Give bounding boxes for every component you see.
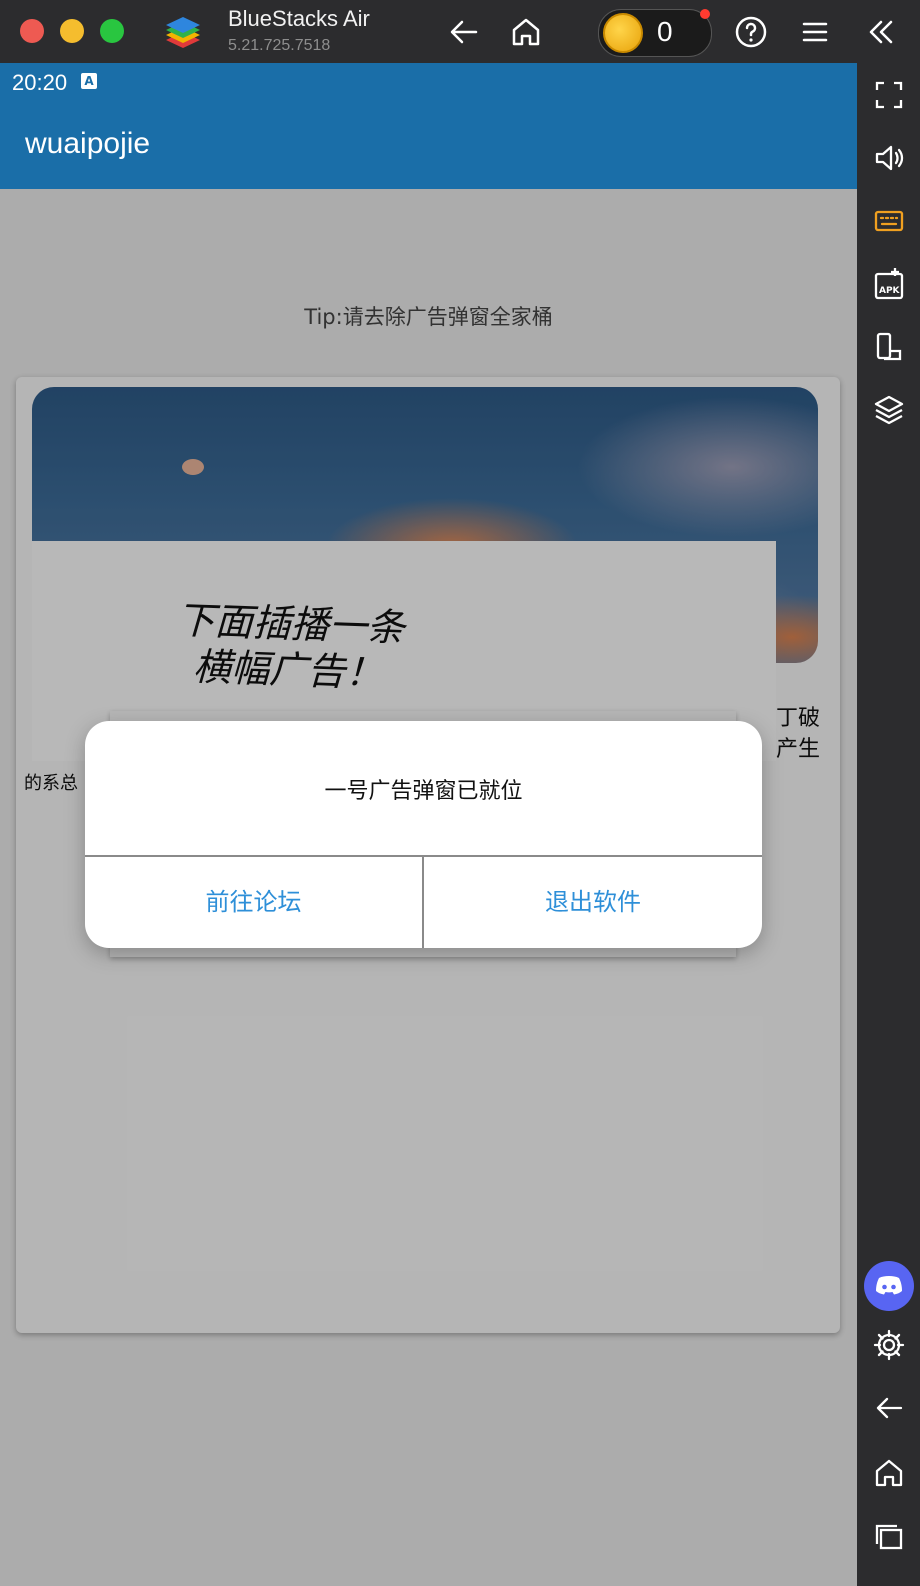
rotate-screen-icon[interactable] (871, 329, 907, 365)
svg-text:APK: APK (879, 286, 901, 296)
keyboard-icon[interactable] (871, 203, 907, 239)
collapse-sidebar-icon[interactable] (863, 14, 899, 50)
help-icon[interactable] (733, 14, 769, 50)
coin-balance-button[interactable]: 0 (598, 9, 712, 57)
go-to-forum-button[interactable]: 前往论坛 (85, 857, 422, 948)
minimize-window-button[interactable] (60, 19, 84, 43)
maximize-window-button[interactable] (100, 19, 124, 43)
emulator-sidebar: APK (857, 63, 920, 1586)
ad-popup-dialog: 一号广告弹窗已就位 前往论坛 退出软件 (85, 721, 762, 948)
back-arrow-icon[interactable] (446, 14, 482, 50)
dialog-message: 一号广告弹窗已就位 (324, 779, 523, 804)
layers-icon[interactable] (871, 392, 907, 428)
home-icon[interactable] (508, 14, 544, 50)
app-version: 5.21.725.7518 (228, 37, 331, 54)
android-back-icon[interactable] (871, 1390, 907, 1426)
settings-gear-icon[interactable] (871, 1327, 907, 1363)
menu-icon[interactable] (797, 14, 833, 50)
recent-apps-icon[interactable] (871, 1518, 907, 1554)
coin-icon (603, 13, 643, 53)
install-apk-icon[interactable]: APK (871, 266, 907, 302)
volume-icon[interactable] (871, 140, 907, 176)
android-screen: 20:20 A wuaipojie Tip:请去除广告弹窗全家桶 下面插播一条 … (0, 63, 857, 1586)
notification-dot (700, 9, 710, 19)
window-titlebar: BlueStacks Air 5.21.725.7518 0 (0, 0, 920, 63)
bluestacks-logo-icon (166, 17, 200, 48)
app-title: wuaipojie (25, 127, 151, 160)
status-bar: 20:20 A (0, 63, 857, 103)
android-home-icon[interactable] (871, 1455, 907, 1491)
discord-icon (876, 1276, 902, 1295)
status-time: 20:20 (12, 70, 68, 95)
close-window-button[interactable] (20, 19, 44, 43)
coin-count: 0 (657, 16, 673, 47)
app-bar: wuaipojie (0, 103, 857, 189)
app-name: BlueStacks Air (228, 6, 370, 31)
fullscreen-icon[interactable] (871, 77, 907, 113)
exit-app-button[interactable]: 退出软件 (424, 857, 762, 948)
status-notification-icon: A (81, 73, 97, 89)
discord-button[interactable] (864, 1261, 914, 1311)
